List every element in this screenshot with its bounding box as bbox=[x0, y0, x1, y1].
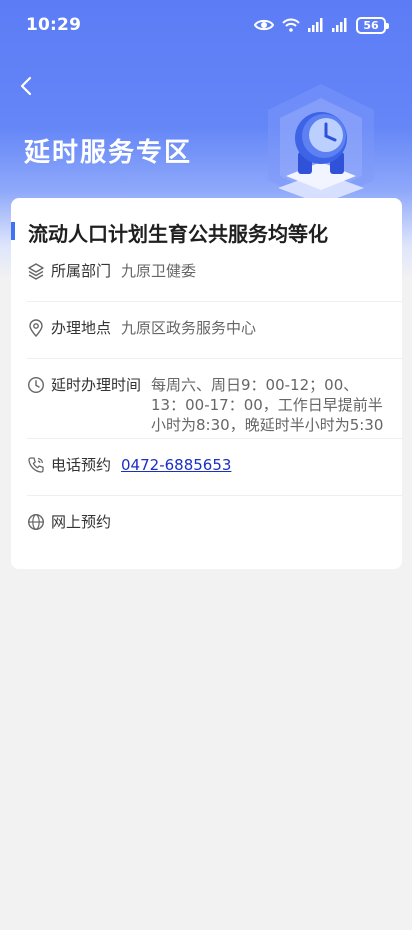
phone-icon bbox=[28, 457, 44, 473]
location-pin-icon bbox=[29, 319, 43, 337]
location-row: 办理地点 九原区政务服务中心 bbox=[27, 317, 402, 359]
hours-value: 每周六、周日9：00-12；00、13：00-17：00，工作日早提前半小时为8… bbox=[151, 376, 384, 434]
chevron-left-icon bbox=[20, 76, 32, 96]
screen: 10:29 56 延时服务专区 流动人口计划生育公共服务均等化 所属部门 九原卫… bbox=[0, 0, 412, 930]
phone-link[interactable]: 0472-6885653 bbox=[121, 454, 231, 476]
wifi-icon bbox=[282, 18, 300, 32]
location-value: 九原区政务服务中心 bbox=[121, 319, 257, 337]
phone-label: 电话预约 bbox=[51, 456, 112, 474]
title-accent-bar bbox=[11, 222, 15, 240]
department-value: 九原卫健委 bbox=[121, 262, 197, 280]
location-label: 办理地点 bbox=[51, 319, 112, 337]
battery-level: 56 bbox=[363, 18, 379, 32]
department-row: 所属部门 九原卫健委 bbox=[27, 260, 402, 302]
status-icons: 56 bbox=[254, 14, 389, 36]
globe-icon bbox=[27, 513, 45, 531]
eye-icon bbox=[254, 19, 274, 31]
clock-building-illustration bbox=[268, 84, 374, 206]
service-card: 流动人口计划生育公共服务均等化 所属部门 九原卫健委 办理地点 九原区政务服务中… bbox=[11, 198, 402, 569]
page-title: 延时服务专区 bbox=[24, 138, 193, 168]
battery-indicator: 56 bbox=[356, 16, 389, 34]
online-booking-label: 网上预约 bbox=[51, 513, 112, 531]
online-booking-row[interactable]: 网上预约 bbox=[27, 511, 402, 553]
phone-row: 电话预约 0472-6885653 bbox=[27, 454, 402, 496]
back-button[interactable] bbox=[14, 74, 38, 98]
service-title: 流动人口计划生育公共服务均等化 bbox=[28, 222, 328, 246]
status-bar: 10:29 56 bbox=[0, 0, 412, 50]
status-time: 10:29 bbox=[26, 15, 82, 35]
signal-icon-2 bbox=[332, 18, 347, 32]
hours-label: 延时办理时间 bbox=[51, 376, 142, 394]
clock-icon bbox=[27, 376, 45, 394]
department-label: 所属部门 bbox=[51, 262, 112, 280]
signal-icon bbox=[308, 18, 323, 32]
hours-row: 延时办理时间 每周六、周日9：00-12；00、13：00-17：00，工作日早… bbox=[27, 374, 402, 439]
layers-icon bbox=[28, 263, 44, 280]
